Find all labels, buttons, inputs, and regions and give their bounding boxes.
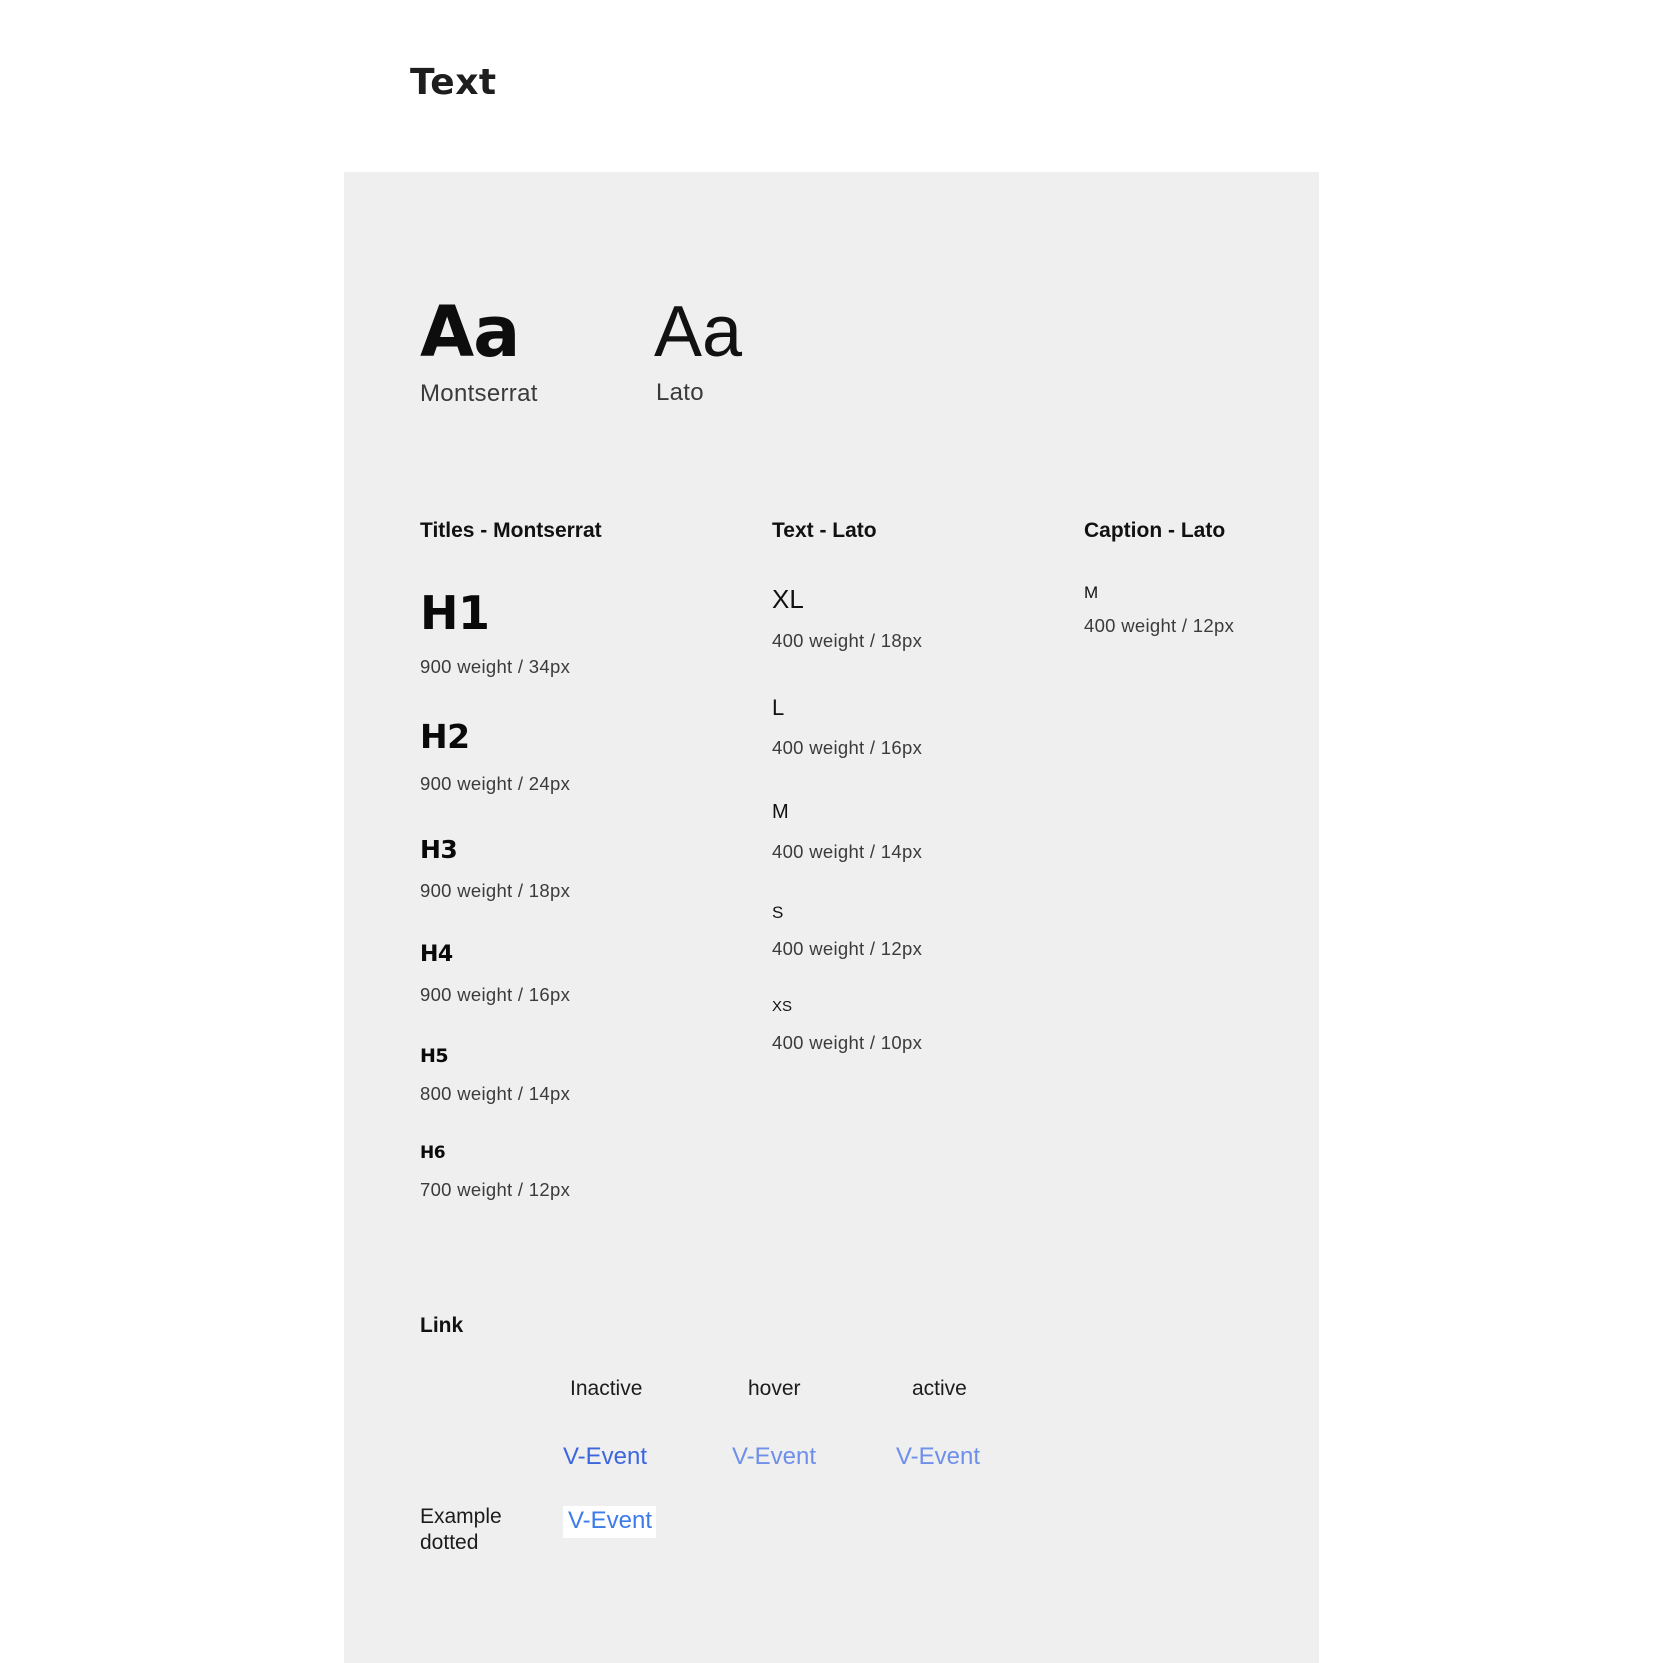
h6-sample: H6 — [420, 1143, 446, 1163]
h2-sample: H2 — [420, 717, 470, 756]
h3-spec: 900 weight / 18px — [420, 880, 571, 901]
text-s-sample: S — [772, 903, 784, 922]
h3-sample: H3 — [420, 835, 458, 864]
text-xs-sample: XS — [772, 998, 793, 1015]
h5-sample: H5 — [420, 1045, 449, 1067]
lato-specimen: Aa — [654, 292, 743, 372]
text-heading: Text - Lato — [772, 519, 877, 542]
text-xl-sample: XL — [772, 584, 804, 614]
example-dotted-label: Example dotted — [420, 1504, 502, 1556]
montserrat-font-name: Montserrat — [420, 380, 538, 407]
montserrat-specimen: Aa — [420, 291, 520, 373]
text-l-spec: 400 weight / 16px — [772, 737, 923, 758]
text-l-sample: L — [772, 695, 785, 720]
page-title: Text — [410, 62, 497, 103]
h4-sample: H4 — [420, 942, 453, 967]
dotted-link-highlight: V-Event — [563, 1506, 657, 1538]
h1-spec: 900 weight / 34px — [420, 656, 571, 677]
example-label-line2: dotted — [420, 1531, 479, 1554]
caption-m-spec: 400 weight / 12px — [1084, 615, 1235, 636]
text-m-spec: 400 weight / 14px — [772, 841, 923, 862]
text-xs-spec: 400 weight / 10px — [772, 1032, 923, 1053]
link-heading: Link — [420, 1314, 464, 1337]
h6-spec: 700 weight / 12px — [420, 1179, 571, 1200]
caption-m-sample: M — [1084, 583, 1099, 602]
text-s-spec: 400 weight / 12px — [772, 938, 923, 959]
link-state-inactive-label: Inactive — [570, 1377, 643, 1400]
text-xl-spec: 400 weight / 18px — [772, 630, 923, 651]
h1-sample: H1 — [420, 586, 490, 640]
h5-spec: 800 weight / 14px — [420, 1083, 571, 1104]
link-inactive-sample[interactable]: V-Event — [563, 1445, 647, 1469]
link-state-active-label: active — [912, 1377, 967, 1400]
example-label-line1: Example — [420, 1505, 502, 1528]
link-active-sample[interactable]: V-Event — [896, 1445, 980, 1469]
typography-panel: Aa Montserrat Aa Lato Titles - Montserra… — [344, 172, 1319, 1663]
caption-heading: Caption - Lato — [1084, 519, 1226, 542]
lato-font-name: Lato — [656, 379, 704, 406]
link-state-hover-label: hover — [748, 1377, 801, 1400]
text-m-sample: M — [772, 801, 789, 823]
link-hover-sample[interactable]: V-Event — [732, 1445, 816, 1469]
h2-spec: 900 weight / 24px — [420, 773, 571, 794]
titles-heading: Titles - Montserrat — [420, 519, 602, 542]
h4-spec: 900 weight / 16px — [420, 984, 571, 1005]
link-dotted-sample[interactable]: V-Event — [568, 1507, 652, 1534]
